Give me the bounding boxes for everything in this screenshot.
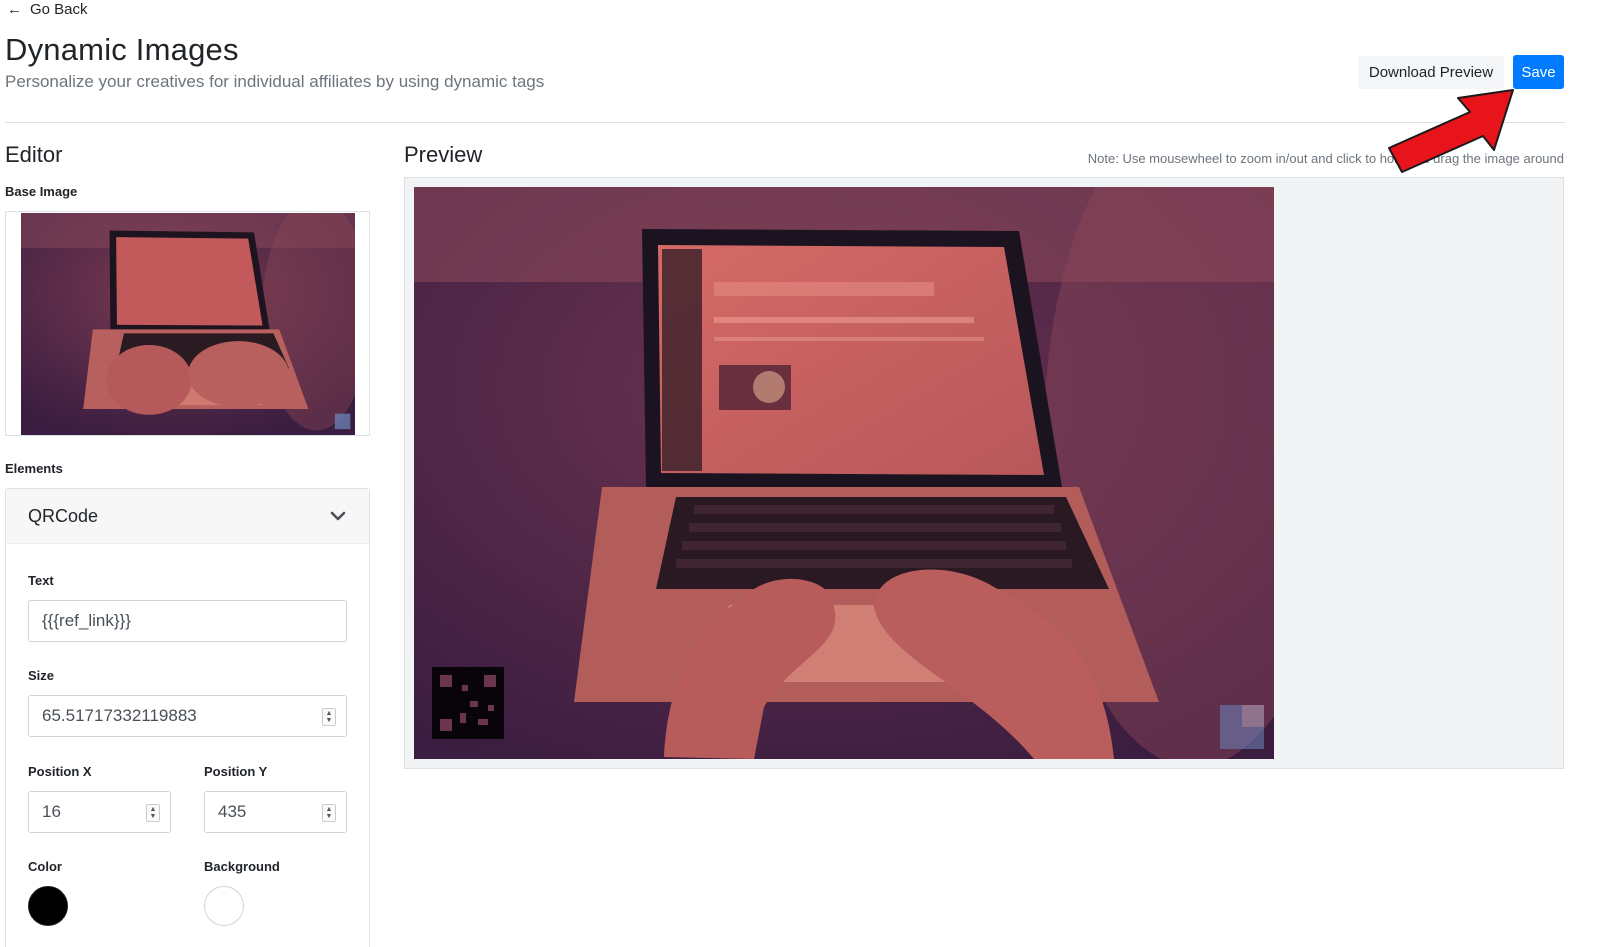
position-y-stepper[interactable]: ▲ ▼: [322, 804, 336, 822]
size-input[interactable]: 65.51717332119883 ▲ ▼: [28, 695, 347, 737]
position-x-label: Position X: [28, 764, 92, 779]
text-field[interactable]: {{{ref_link}}}: [28, 600, 347, 642]
size-field-label: Size: [28, 668, 55, 683]
position-x-stepper[interactable]: ▲ ▼: [146, 804, 160, 822]
position-y-input[interactable]: 435 ▲ ▼: [204, 791, 347, 833]
go-back-link[interactable]: ← Go Back: [7, 1, 88, 18]
preview-canvas[interactable]: [404, 177, 1564, 769]
save-button[interactable]: Save: [1513, 55, 1564, 89]
editor-title: Editor: [5, 142, 63, 167]
size-stepper[interactable]: ▲ ▼: [322, 708, 336, 726]
chevron-down-icon[interactable]: [329, 507, 347, 525]
text-field-value: {{{ref_link}}}: [42, 611, 131, 630]
color-label: Color: [28, 859, 62, 874]
background-swatch[interactable]: [204, 886, 244, 926]
header-divider: [5, 122, 1565, 123]
preview-title: Preview: [404, 142, 483, 167]
position-x-value: 16: [42, 802, 61, 821]
size-value: 65.51717332119883: [42, 706, 197, 725]
download-preview-button[interactable]: Download Preview: [1358, 56, 1504, 89]
element-header-qrcode[interactable]: QRCode: [6, 489, 369, 544]
elements-label: Elements: [5, 461, 63, 476]
position-y-value: 435: [218, 802, 247, 821]
arrow-left-icon: ←: [7, 1, 22, 18]
go-back-label: Go Back: [30, 1, 88, 18]
preview-note: Note: Use mousewheel to zoom in/out and …: [1087, 151, 1564, 166]
base-image-label: Base Image: [5, 184, 78, 199]
color-swatch[interactable]: [28, 886, 68, 926]
element-name: QRCode: [28, 505, 99, 526]
base-image-thumbnail[interactable]: [5, 211, 370, 436]
background-label: Background: [204, 859, 280, 874]
base-image: [21, 213, 355, 435]
position-y-label: Position Y: [204, 764, 268, 779]
page-title: Dynamic Images: [5, 32, 239, 67]
position-x-input[interactable]: 16 ▲ ▼: [28, 791, 171, 833]
preview-image[interactable]: [414, 187, 1274, 759]
element-card-qrcode: QRCode Text {{{ref_link}}} Size 65.51717…: [5, 488, 370, 947]
page-subtitle: Personalize your creatives for individua…: [5, 72, 545, 91]
text-field-label: Text: [28, 573, 54, 588]
